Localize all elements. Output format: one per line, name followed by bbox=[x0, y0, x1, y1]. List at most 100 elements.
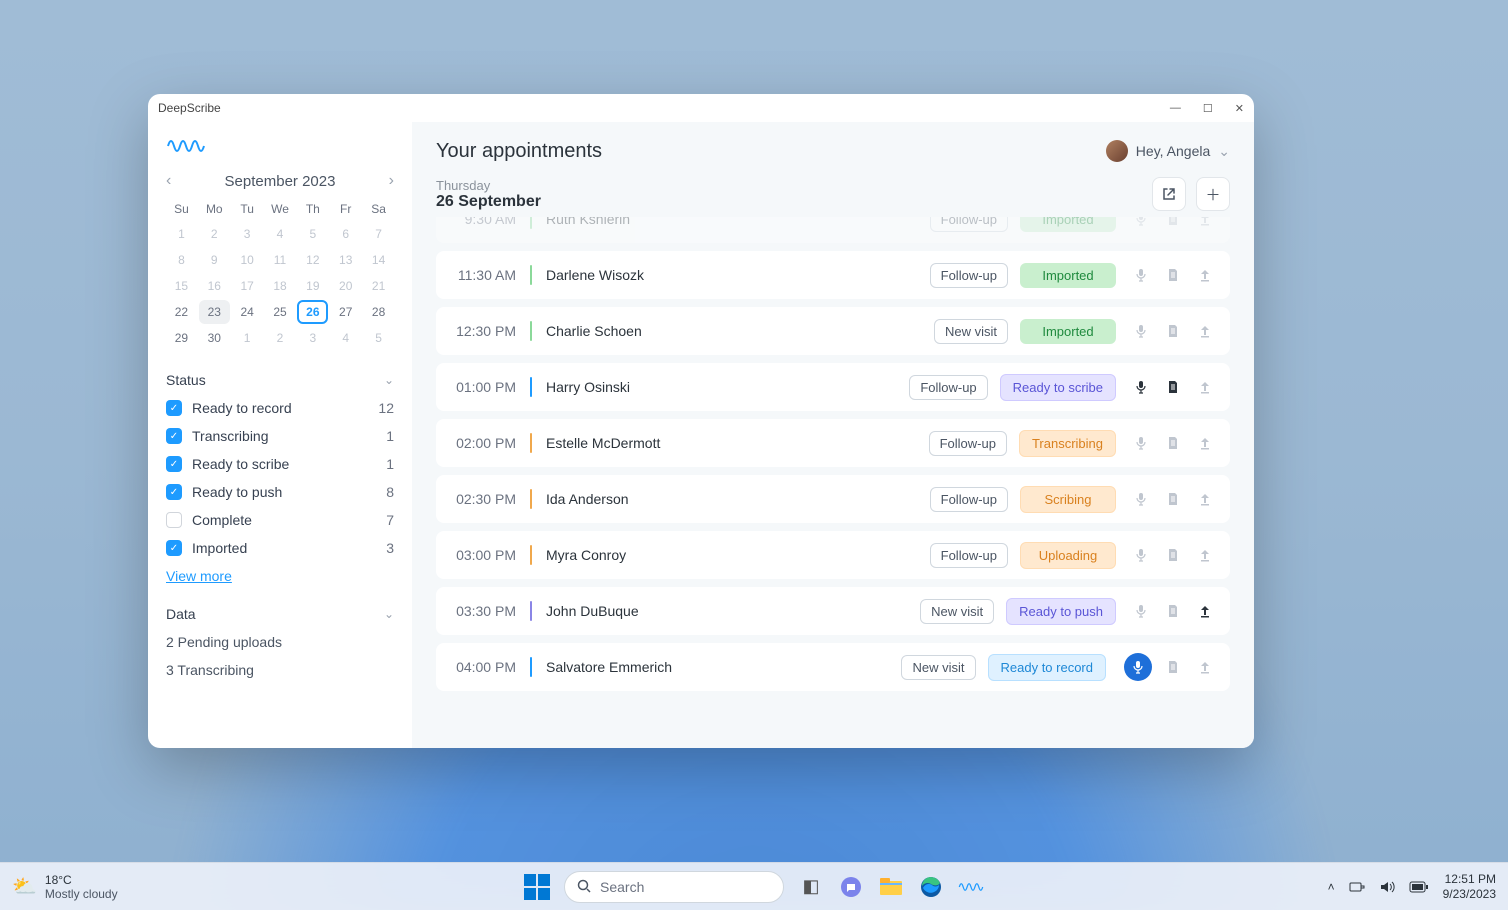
calendar-day[interactable]: 2 bbox=[199, 222, 230, 246]
upload-icon[interactable] bbox=[1198, 548, 1216, 562]
clock[interactable]: 12:51 PM 9/23/2023 bbox=[1443, 872, 1496, 901]
calendar-day[interactable]: 23 bbox=[199, 300, 230, 324]
open-external-button[interactable] bbox=[1152, 177, 1186, 211]
calendar-day[interactable]: 4 bbox=[330, 326, 361, 350]
transcribing-count[interactable]: 3 Transcribing bbox=[166, 662, 394, 678]
upload-icon[interactable] bbox=[1198, 436, 1216, 450]
calendar-day[interactable]: 14 bbox=[363, 248, 394, 272]
calendar-day[interactable]: 6 bbox=[330, 222, 361, 246]
tray-chevron-icon[interactable]: ˄ bbox=[1328, 880, 1335, 894]
network-icon[interactable] bbox=[1349, 880, 1365, 894]
calendar-day[interactable]: 10 bbox=[232, 248, 263, 272]
calendar-day[interactable]: 1 bbox=[166, 222, 197, 246]
calendar-day[interactable]: 19 bbox=[297, 274, 328, 298]
mic-icon[interactable] bbox=[1134, 604, 1152, 618]
appointment-row[interactable]: 12:30 PM Charlie Schoen New visit Import… bbox=[436, 307, 1230, 355]
close-icon[interactable]: ✕ bbox=[1235, 102, 1244, 115]
data-section-header[interactable]: Data ⌄ bbox=[166, 606, 394, 622]
edge-icon[interactable] bbox=[918, 874, 944, 900]
mic-icon[interactable] bbox=[1134, 380, 1152, 394]
calendar-day[interactable]: 16 bbox=[199, 274, 230, 298]
status-filter[interactable]: ✓Ready to push8 bbox=[166, 484, 394, 500]
calendar-day[interactable]: 9 bbox=[199, 248, 230, 272]
document-icon[interactable] bbox=[1166, 324, 1184, 338]
mic-icon[interactable] bbox=[1134, 436, 1152, 450]
appointment-row[interactable]: 9:30 AM Ruth Kshlerin Follow-up Imported bbox=[436, 217, 1230, 243]
checkbox-icon[interactable] bbox=[166, 512, 182, 528]
appointment-row[interactable]: 01:00 PM Harry Osinski Follow-up Ready t… bbox=[436, 363, 1230, 411]
calendar-day[interactable]: 17 bbox=[232, 274, 263, 298]
calendar-day[interactable]: 28 bbox=[363, 300, 394, 324]
status-filter[interactable]: ✓Transcribing1 bbox=[166, 428, 394, 444]
mic-icon[interactable] bbox=[1134, 268, 1152, 282]
view-more-link[interactable]: View more bbox=[166, 568, 394, 584]
calendar-day[interactable]: 18 bbox=[265, 274, 296, 298]
mic-icon[interactable] bbox=[1134, 324, 1152, 338]
battery-icon[interactable] bbox=[1409, 881, 1429, 893]
mic-icon[interactable] bbox=[1124, 653, 1152, 681]
appointment-row[interactable]: 02:30 PM Ida Anderson Follow-up Scribing bbox=[436, 475, 1230, 523]
taskbar-search[interactable]: Search bbox=[564, 871, 784, 903]
checkbox-icon[interactable]: ✓ bbox=[166, 428, 182, 444]
document-icon[interactable] bbox=[1166, 548, 1184, 562]
appointment-row[interactable]: 11:30 AM Darlene Wisozk Follow-up Import… bbox=[436, 251, 1230, 299]
status-filter[interactable]: Complete7 bbox=[166, 512, 394, 528]
calendar-day[interactable]: 2 bbox=[265, 326, 296, 350]
calendar-day[interactable]: 21 bbox=[363, 274, 394, 298]
calendar-day[interactable]: 5 bbox=[363, 326, 394, 350]
document-icon[interactable] bbox=[1166, 268, 1184, 282]
chat-icon[interactable] bbox=[838, 874, 864, 900]
weather-widget[interactable]: ⛅ 18°C Mostly cloudy bbox=[12, 873, 118, 901]
calendar-day[interactable]: 3 bbox=[297, 326, 328, 350]
upload-icon[interactable] bbox=[1198, 268, 1216, 282]
upload-icon[interactable] bbox=[1198, 604, 1216, 618]
start-button[interactable] bbox=[524, 874, 550, 900]
pending-uploads[interactable]: 2 Pending uploads bbox=[166, 634, 394, 650]
volume-icon[interactable] bbox=[1379, 880, 1395, 894]
checkbox-icon[interactable]: ✓ bbox=[166, 484, 182, 500]
prev-month-icon[interactable]: ‹ bbox=[166, 172, 171, 190]
status-section-header[interactable]: Status ⌄ bbox=[166, 372, 394, 388]
mic-icon[interactable] bbox=[1134, 492, 1152, 506]
appointment-row[interactable]: 03:00 PM Myra Conroy Follow-up Uploading bbox=[436, 531, 1230, 579]
task-view-icon[interactable]: ◧ bbox=[798, 874, 824, 900]
checkbox-icon[interactable]: ✓ bbox=[166, 456, 182, 472]
calendar-day[interactable]: 25 bbox=[265, 300, 296, 324]
calendar-day[interactable]: 5 bbox=[297, 222, 328, 246]
next-month-icon[interactable]: › bbox=[389, 172, 394, 190]
calendar-day[interactable]: 12 bbox=[297, 248, 328, 272]
status-filter[interactable]: ✓Ready to record12 bbox=[166, 400, 394, 416]
calendar-day[interactable]: 22 bbox=[166, 300, 197, 324]
calendar-day[interactable]: 7 bbox=[363, 222, 394, 246]
appointment-row[interactable]: 02:00 PM Estelle McDermott Follow-up Tra… bbox=[436, 419, 1230, 467]
titlebar[interactable]: DeepScribe — ☐ ✕ bbox=[148, 94, 1254, 122]
maximize-icon[interactable]: ☐ bbox=[1203, 102, 1213, 115]
user-menu[interactable]: Hey, Angela ⌄ bbox=[1106, 140, 1230, 162]
calendar-day[interactable]: 29 bbox=[166, 326, 197, 350]
calendar-day[interactable]: 4 bbox=[265, 222, 296, 246]
calendar-day[interactable]: 30 bbox=[199, 326, 230, 350]
minimize-icon[interactable]: — bbox=[1170, 102, 1181, 115]
status-filter[interactable]: ✓Imported3 bbox=[166, 540, 394, 556]
document-icon[interactable] bbox=[1166, 436, 1184, 450]
calendar-day[interactable]: 13 bbox=[330, 248, 361, 272]
calendar-day[interactable]: 3 bbox=[232, 222, 263, 246]
upload-icon[interactable] bbox=[1198, 660, 1216, 674]
calendar-day[interactable]: 20 bbox=[330, 274, 361, 298]
document-icon[interactable] bbox=[1166, 217, 1184, 226]
checkbox-icon[interactable]: ✓ bbox=[166, 540, 182, 556]
upload-icon[interactable] bbox=[1198, 217, 1216, 226]
calendar-day[interactable]: 11 bbox=[265, 248, 296, 272]
mic-icon[interactable] bbox=[1134, 217, 1152, 226]
upload-icon[interactable] bbox=[1198, 324, 1216, 338]
upload-icon[interactable] bbox=[1198, 492, 1216, 506]
calendar-day[interactable]: 26 bbox=[297, 300, 328, 324]
add-appointment-button[interactable]: ＋ bbox=[1196, 177, 1230, 211]
file-explorer-icon[interactable] bbox=[878, 874, 904, 900]
document-icon[interactable] bbox=[1166, 380, 1184, 394]
calendar-day[interactable]: 1 bbox=[232, 326, 263, 350]
calendar-day[interactable]: 27 bbox=[330, 300, 361, 324]
appointment-row[interactable]: 03:30 PM John DuBuque New visit Ready to… bbox=[436, 587, 1230, 635]
document-icon[interactable] bbox=[1166, 492, 1184, 506]
document-icon[interactable] bbox=[1166, 660, 1184, 674]
